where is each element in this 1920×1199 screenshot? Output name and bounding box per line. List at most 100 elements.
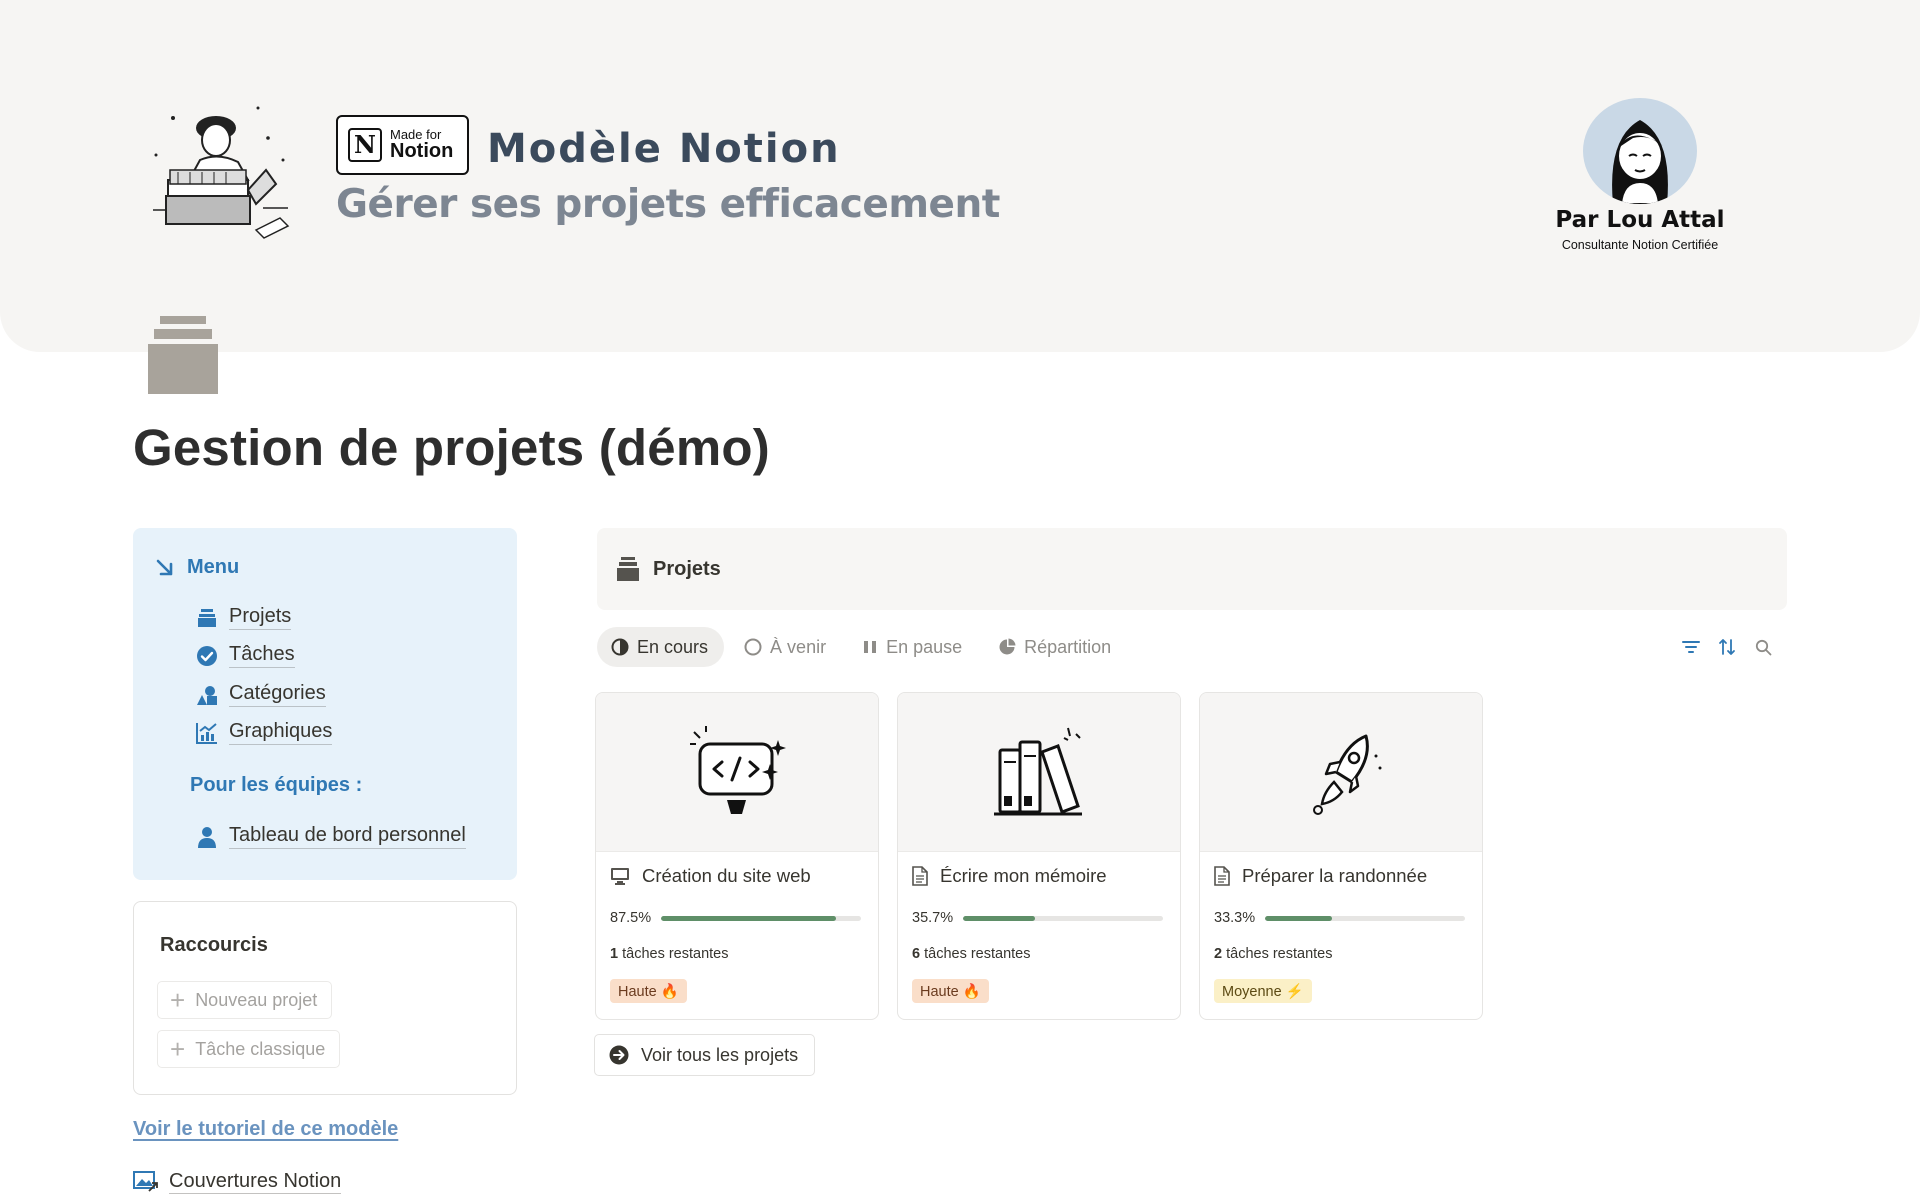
new-task-button[interactable]: + Tâche classique: [157, 1030, 341, 1068]
tasks-count: 6: [912, 946, 921, 962]
card-title: Création du site web: [610, 865, 811, 887]
tasks-count: 1: [610, 946, 619, 962]
tab-label: À venir: [770, 636, 827, 657]
progress-bar: [963, 915, 1164, 921]
menu-item-label: Projets: [229, 605, 292, 630]
author-portrait-icon: [1612, 120, 1668, 204]
progress-bar: [661, 915, 862, 921]
progress: 87.5%: [610, 910, 862, 926]
card-cover: [596, 693, 878, 852]
projects-database-header[interactable]: Projets: [597, 528, 1787, 610]
button-label: Tâche classique: [195, 1038, 326, 1059]
tasks-remaining: 1 tâches restantes: [610, 946, 729, 962]
books-illustration-icon: [994, 727, 1082, 816]
tab-en-pause[interactable]: En pause: [848, 627, 978, 667]
new-project-button[interactable]: + Nouveau projet: [157, 981, 333, 1019]
monitor-icon: [611, 868, 629, 885]
person-icon: [195, 825, 219, 849]
menu-item-label: Graphiques: [229, 720, 333, 745]
empty-circle-icon: [744, 638, 762, 656]
priority-badge: Haute 🔥: [912, 979, 989, 1003]
tab-label: En pause: [886, 636, 963, 657]
pie-chart-icon: [999, 638, 1016, 655]
tasks-suffix: tâches restantes: [920, 946, 1031, 962]
rocket-illustration-icon: [1313, 734, 1382, 815]
menu-title: Menu: [187, 556, 240, 578]
priority-badge: Haute 🔥: [610, 979, 687, 1003]
menu-item-graphiques[interactable]: Graphiques: [195, 720, 333, 745]
shortcuts-box: Raccourcis + Nouveau projet + Tâche clas…: [133, 901, 517, 1095]
priority-badge: Moyenne ⚡: [1214, 979, 1312, 1003]
cover-title: Modèle Notion: [487, 126, 841, 172]
author-name: Par Lou Attal: [1555, 207, 1725, 233]
card-title: Écrire mon mémoire: [912, 865, 1107, 887]
project-card[interactable]: Écrire mon mémoire 35.7% 6 tâches restan…: [897, 692, 1181, 1020]
progress-fill: [661, 915, 837, 921]
menu-item-tableau-de-bord[interactable]: Tableau de bord personnel: [195, 824, 466, 849]
tasks-count: 2: [1214, 946, 1223, 962]
menu-item-taches[interactable]: Tâches: [195, 643, 295, 668]
arrow-down-right-icon: [156, 559, 173, 575]
tasks-remaining: 2 tâches restantes: [1214, 946, 1333, 962]
author-avatar: [1583, 98, 1697, 204]
covers-link[interactable]: Couvertures Notion: [133, 1170, 342, 1194]
plus-icon: +: [170, 985, 186, 1015]
badge-small-text: Made for: [390, 126, 442, 142]
filter-button[interactable]: [1680, 634, 1702, 660]
menu-callout: Menu Projets Tâches Catégories Graphique…: [133, 528, 517, 880]
tutorial-link[interactable]: Voir le tutoriel de ce modèle: [133, 1118, 398, 1141]
notion-logo-icon: N: [348, 128, 382, 162]
projects-title: Projets: [653, 557, 721, 580]
menu-item-categories[interactable]: Catégories: [195, 682, 326, 707]
pause-icon: [864, 641, 877, 653]
tasks-remaining: 6 tâches restantes: [912, 946, 1031, 962]
image-link-icon: [133, 1171, 158, 1192]
project-card[interactable]: Création du site web 87.5% 1 tâches rest…: [595, 692, 879, 1020]
document-icon: [1214, 866, 1230, 886]
tasks-suffix: tâches restantes: [618, 946, 729, 962]
code-monitor-illustration-icon: [690, 726, 786, 814]
menu-item-projets[interactable]: Projets: [195, 605, 292, 630]
archive-page-icon[interactable]: [148, 316, 218, 394]
progress-fill: [963, 915, 1035, 921]
search-button[interactable]: [1752, 634, 1774, 660]
tab-en-cours[interactable]: En cours: [597, 627, 725, 667]
filter-icon: [1682, 641, 1700, 653]
card-cover: [898, 693, 1180, 852]
view-tabs: En cours À venir En pause Répartition: [597, 627, 1127, 667]
tab-a-venir[interactable]: À venir: [730, 627, 842, 667]
progress-fill: [1265, 915, 1332, 921]
menu-item-label: Catégories: [229, 682, 326, 707]
page-title[interactable]: Gestion de projets (démo): [133, 418, 770, 477]
progress-label: 35.7%: [912, 910, 954, 926]
tab-label: En cours: [637, 636, 709, 657]
card-title: Préparer la randonnée: [1214, 865, 1427, 887]
page-cover: N Made for Notion Modèle Notion Gérer se…: [0, 0, 1920, 352]
tab-repartition[interactable]: Répartition: [984, 627, 1127, 667]
cover-subtitle: Gérer ses projets efficacement: [336, 182, 1000, 227]
view-toolbar: [1680, 634, 1774, 660]
sort-button[interactable]: [1716, 634, 1738, 660]
search-icon: [1755, 639, 1771, 655]
filing-illustration-icon: [153, 106, 290, 239]
arrow-circle-right-icon: [609, 1045, 629, 1065]
notion-page: N Made for Notion Modèle Notion Gérer se…: [0, 0, 1920, 1199]
see-all-projects-button[interactable]: Voir tous les projets: [594, 1034, 816, 1076]
project-card[interactable]: Préparer la randonnée 33.3% 2 tâches res…: [1199, 692, 1483, 1020]
author-role: Consultante Notion Certifiée: [1561, 238, 1719, 252]
see-all-label: Voir tous les projets: [641, 1044, 799, 1065]
check-circle-icon: [195, 644, 219, 668]
archive-icon: [617, 557, 639, 581]
tasks-suffix: tâches restantes: [1222, 946, 1333, 962]
card-title-text: Création du site web: [642, 865, 811, 886]
shapes-icon: [195, 683, 219, 707]
made-for-notion-badge: N Made for Notion: [336, 115, 469, 175]
shortcuts-title: Raccourcis: [160, 934, 268, 956]
menu-item-label: Tableau de bord personnel: [229, 824, 466, 849]
progress-bar: [1265, 915, 1466, 921]
badge-big-text: Notion: [390, 140, 454, 163]
document-icon: [912, 866, 928, 886]
chart-icon: [195, 721, 219, 745]
plus-icon: +: [170, 1034, 186, 1064]
card-title-text: Écrire mon mémoire: [940, 865, 1107, 886]
